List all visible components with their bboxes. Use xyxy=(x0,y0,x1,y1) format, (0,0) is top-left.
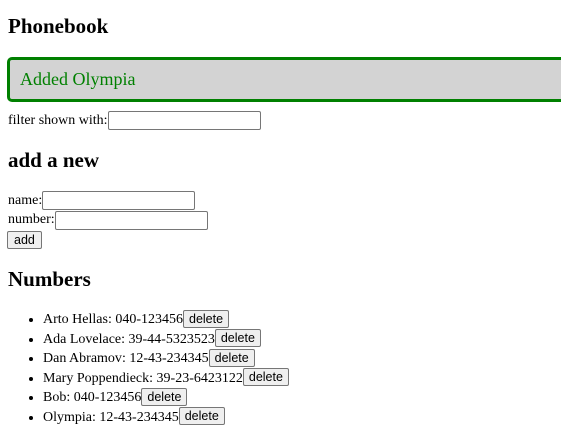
filter-input[interactable] xyxy=(107,111,261,130)
person-number: 12-43-234345 xyxy=(99,409,179,425)
person-number: 12-43-234345 xyxy=(129,351,209,366)
delete-button[interactable]: delete xyxy=(183,309,230,328)
person-name: Bob xyxy=(43,390,67,405)
delete-button[interactable]: delete xyxy=(242,368,289,387)
number-input[interactable] xyxy=(54,210,208,230)
list-item: Bob: 040-123456delete xyxy=(43,387,289,408)
list-item: Arto Hellas: 040-123456delete xyxy=(43,309,289,330)
delete-button[interactable]: delete xyxy=(214,329,261,348)
page-title: Phonebook xyxy=(8,14,109,38)
name-field-row: name: xyxy=(8,191,196,210)
list-item: Dan Abramov: 12-43-234345delete xyxy=(43,348,289,369)
success-notification: Added Olympia xyxy=(7,57,561,102)
person-number: 040-123456 xyxy=(73,390,142,405)
number-label: number: xyxy=(8,212,55,227)
list-item: Ada Lovelace: 39-44-5323523delete xyxy=(43,329,289,350)
person-number: 39-23-6423122 xyxy=(156,370,243,386)
add-form-heading: add a new xyxy=(8,148,100,172)
person-name: Olympia xyxy=(43,409,92,425)
filter-row: filter shown with: xyxy=(8,110,261,131)
delete-button[interactable]: delete xyxy=(208,348,255,367)
add-button[interactable]: add xyxy=(7,231,42,249)
person-number: 39-44-5323523 xyxy=(128,331,215,347)
filter-label: filter shown with: xyxy=(8,113,108,128)
number-field-row: number: xyxy=(8,210,208,230)
delete-button[interactable]: delete xyxy=(141,387,188,406)
person-name: Arto Hellas xyxy=(43,312,108,327)
person-number: 040-123456 xyxy=(115,312,183,327)
list-item: Mary Poppendieck: 39-23-6423122delete xyxy=(43,368,289,389)
numbers-heading: Numbers xyxy=(8,267,91,291)
person-name: Mary Poppendieck xyxy=(43,370,150,386)
delete-button[interactable]: delete xyxy=(178,407,225,426)
person-name: Ada Lovelace xyxy=(43,331,122,347)
name-input[interactable] xyxy=(42,191,196,210)
list-item: Olympia: 12-43-234345delete xyxy=(43,407,289,428)
name-label: name: xyxy=(8,193,43,208)
persons-list: Arto Hellas: 040-123456delete Ada Lovela… xyxy=(8,309,289,428)
person-name: Dan Abramov xyxy=(43,351,122,366)
